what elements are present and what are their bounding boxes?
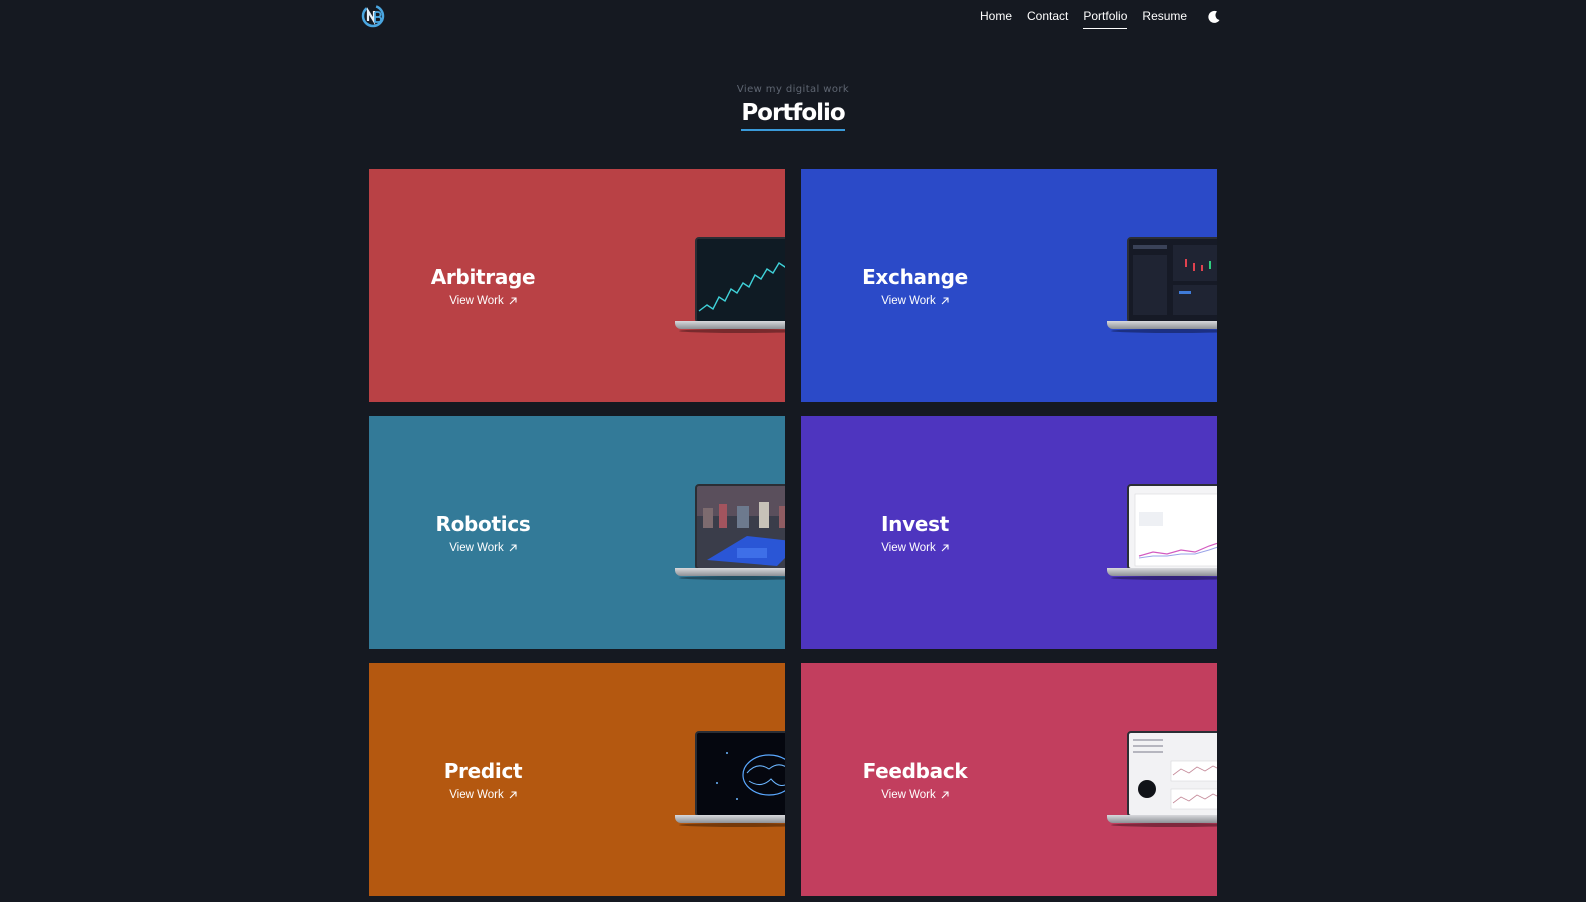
laptop-screen — [1127, 237, 1217, 323]
laptop-shadow — [679, 576, 785, 580]
card-title: Invest — [881, 512, 949, 536]
page-title-wrap: Portfolio — [0, 100, 1586, 131]
card-text: Feedback View Work — [801, 759, 1029, 802]
card-text: Predict View Work — [369, 759, 597, 802]
external-arrow-icon — [941, 544, 949, 552]
laptop-shadow — [679, 823, 785, 827]
page-subtitle: View my digital work — [736, 84, 850, 95]
external-arrow-icon — [941, 297, 949, 305]
view-work-link[interactable]: View Work — [449, 542, 517, 554]
card-title: Exchange — [862, 265, 968, 289]
card-exchange[interactable]: Exchange View Work — [801, 169, 1217, 402]
laptop-shadow — [679, 329, 785, 333]
nav-contact[interactable]: Contact — [1027, 8, 1068, 29]
page: Home Contact Portfolio Resume View my di… — [0, 0, 1586, 902]
external-arrow-icon — [941, 791, 949, 799]
robotics-photo-screen — [697, 486, 785, 568]
laptop-base — [1107, 815, 1217, 823]
dashboard-screen — [1129, 239, 1217, 321]
line-chart-screen — [697, 239, 785, 321]
card-feedback[interactable]: Feedback View Work — [801, 663, 1217, 896]
external-arrow-icon — [509, 791, 517, 799]
view-work-link[interactable]: View Work — [449, 789, 517, 801]
card-title: Robotics — [435, 512, 531, 536]
plot-screen — [1129, 486, 1217, 568]
laptop-base — [675, 815, 785, 823]
laptop-screen — [695, 731, 785, 817]
laptop-base — [1107, 568, 1217, 576]
card-text: Arbitrage View Work — [369, 265, 597, 308]
view-work-label: View Work — [881, 789, 936, 801]
page-title: Portfolio — [741, 100, 846, 131]
view-work-link[interactable]: View Work — [449, 295, 517, 307]
report-screen — [1129, 733, 1217, 815]
nav-resume[interactable]: Resume — [1142, 8, 1187, 29]
laptop-mockup — [675, 484, 785, 584]
external-arrow-icon — [509, 297, 517, 305]
view-work-label: View Work — [449, 295, 504, 307]
logo-icon[interactable] — [360, 3, 386, 29]
card-title: Predict — [443, 759, 523, 783]
view-work-link[interactable]: View Work — [881, 542, 949, 554]
laptop-base — [675, 321, 785, 329]
laptop-screen — [1127, 484, 1217, 570]
laptop-base — [1107, 321, 1217, 329]
nav-portfolio[interactable]: Portfolio — [1083, 8, 1128, 29]
view-work-label: View Work — [449, 789, 504, 801]
laptop-screen — [1127, 731, 1217, 817]
view-work-label: View Work — [881, 542, 936, 554]
view-work-link[interactable]: View Work — [881, 295, 949, 307]
card-arbitrage[interactable]: Arbitrage View Work — [369, 169, 785, 402]
main-nav: Home Contact Portfolio Resume — [980, 8, 1222, 29]
external-arrow-icon — [509, 544, 517, 552]
view-work-label: View Work — [881, 295, 936, 307]
laptop-mockup — [1107, 731, 1217, 831]
laptop-shadow — [1111, 576, 1217, 580]
brain-screen — [697, 733, 785, 815]
laptop-mockup — [1107, 237, 1217, 337]
card-predict[interactable]: Predict View Work — [369, 663, 785, 896]
view-work-link[interactable]: View Work — [881, 789, 949, 801]
laptop-shadow — [1111, 823, 1217, 827]
card-text: Invest View Work — [801, 512, 1029, 555]
nav-home[interactable]: Home — [980, 8, 1012, 29]
laptop-base — [675, 568, 785, 576]
view-work-label: View Work — [449, 542, 504, 554]
card-robotics[interactable]: Robotics View Work — [369, 416, 785, 649]
laptop-shadow — [1111, 329, 1217, 333]
card-text: Exchange View Work — [801, 265, 1029, 308]
card-invest[interactable]: Invest View Work — [801, 416, 1217, 649]
laptop-mockup — [675, 237, 785, 337]
card-text: Robotics View Work — [369, 512, 597, 555]
laptop-screen — [695, 237, 785, 323]
laptop-mockup — [675, 731, 785, 831]
card-title: Feedback — [862, 759, 968, 783]
laptop-screen — [695, 484, 785, 570]
moon-icon[interactable] — [1206, 9, 1222, 25]
laptop-mockup — [1107, 484, 1217, 584]
card-title: Arbitrage — [430, 265, 536, 289]
